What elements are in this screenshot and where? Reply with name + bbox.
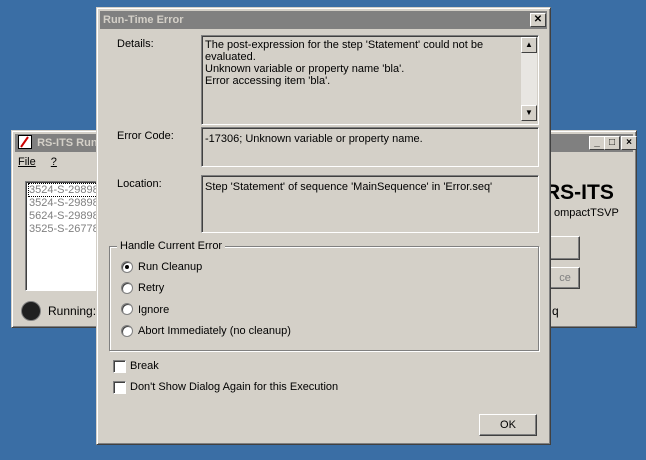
status-led-icon (21, 301, 41, 321)
break-label[interactable]: Break (130, 360, 159, 372)
dialog-titlebar[interactable]: Run-Time Error ✕ (100, 11, 547, 29)
menu-file[interactable]: File (18, 156, 36, 168)
list-item[interactable]: 3524-S-29898 (28, 183, 100, 197)
maximize-button[interactable]: □ (604, 136, 620, 150)
radio-retry[interactable] (121, 282, 133, 294)
details-textbox[interactable]: The post-expression for the step 'Statem… (201, 35, 539, 125)
scroll-up-icon[interactable]: ▲ (521, 37, 537, 53)
runtime-error-dialog: Run-Time Error ✕ Details: The post-expre… (96, 7, 551, 445)
brand-title: RS-ITS (545, 181, 614, 204)
app-logo-icon (18, 135, 32, 150)
dont-show-checkbox[interactable] (113, 381, 126, 394)
radio-run-cleanup[interactable] (121, 261, 133, 273)
option-run-cleanup-label[interactable]: Run Cleanup (138, 261, 202, 273)
error-code-value: -17306; Unknown variable or property nam… (205, 133, 423, 145)
location-value: Step 'Statement' of sequence 'MainSequen… (205, 181, 493, 193)
minimize-button[interactable]: _ (589, 136, 605, 150)
bg-sequence-list[interactable]: 3524-S-29898 3524-S-29898 5624-S-29898 3… (25, 181, 103, 291)
option-abort-label[interactable]: Abort Immediately (no cleanup) (138, 325, 291, 337)
bg-button-2[interactable]: ce (550, 267, 580, 289)
details-text: The post-expression for the step 'Statem… (205, 39, 519, 87)
list-item[interactable]: 3525-S-26778 (29, 223, 99, 235)
error-code-field[interactable]: -17306; Unknown variable or property nam… (201, 127, 539, 167)
dialog-close-button[interactable]: ✕ (530, 13, 546, 27)
error-code-label: Error Code: (117, 130, 174, 142)
handle-error-group-label: Handle Current Error (117, 240, 226, 252)
scroll-down-icon[interactable]: ▼ (521, 105, 537, 121)
option-retry-label[interactable]: Retry (138, 282, 164, 294)
menu-help[interactable]: ? (51, 156, 57, 168)
bg-close-button[interactable]: × (621, 136, 637, 150)
list-item[interactable]: 3524-S-29898 (29, 197, 99, 209)
bg-button-1[interactable] (550, 236, 580, 260)
brand-subtitle: ompactTSVP (554, 207, 619, 219)
radio-abort[interactable] (121, 325, 133, 337)
details-line: The post-expression for the step 'Statem… (205, 39, 484, 51)
details-line: Error accessing item 'bla'. (205, 75, 331, 87)
option-ignore-label[interactable]: Ignore (138, 304, 169, 316)
details-label: Details: (117, 38, 154, 50)
details-scrollbar[interactable]: ▲ ▼ (521, 37, 537, 121)
dialog-title: Run-Time Error (103, 14, 184, 26)
ok-button[interactable]: OK (479, 414, 537, 436)
bg-menubar: File ? (18, 156, 57, 170)
details-line: evaluated. (205, 51, 256, 63)
details-line: Unknown variable or property name 'bla'. (205, 63, 405, 75)
dont-show-label[interactable]: Don't Show Dialog Again for this Executi… (130, 381, 338, 393)
bg-window-title: RS-ITS Run (37, 137, 98, 149)
radio-ignore[interactable] (121, 303, 133, 315)
bg-right-text: q (552, 304, 559, 318)
location-label: Location: (117, 178, 162, 190)
break-checkbox[interactable] (113, 360, 126, 373)
list-item[interactable]: 5624-S-29898 (29, 210, 99, 222)
location-field[interactable]: Step 'Statement' of sequence 'MainSequen… (201, 175, 539, 233)
